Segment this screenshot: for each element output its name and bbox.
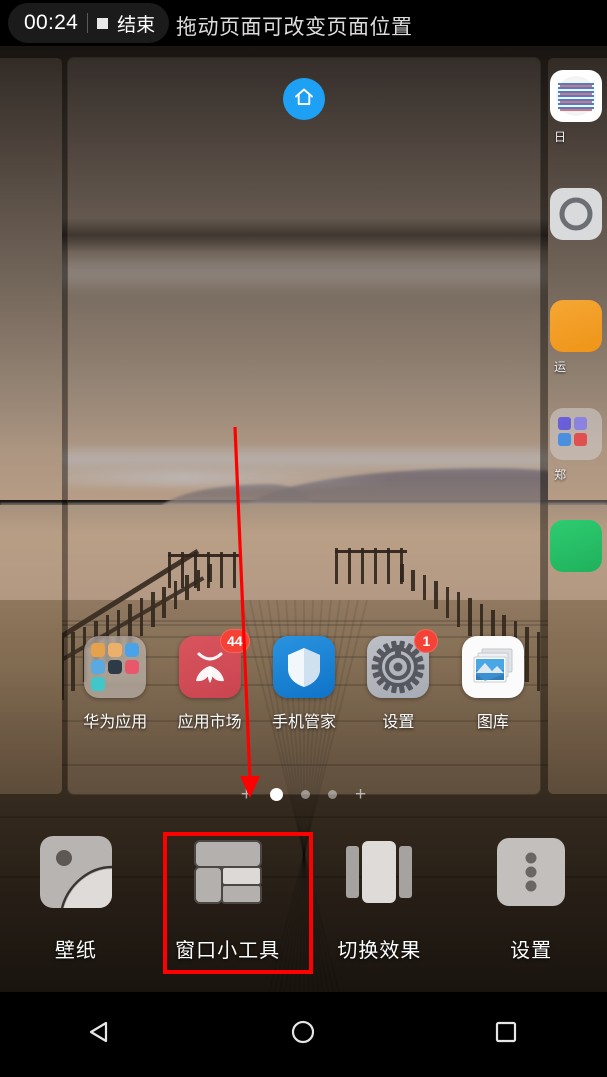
toolbar-item-label: 切换效果 bbox=[337, 940, 422, 962]
widgets-icon[interactable] bbox=[192, 836, 264, 908]
folder-mini-icon bbox=[125, 643, 140, 657]
gray-circle-icon[interactable] bbox=[550, 188, 602, 240]
folder-mini-icon bbox=[108, 643, 123, 657]
recording-timer: 00:24 bbox=[24, 11, 79, 34]
set-as-home-badge[interactable] bbox=[283, 78, 325, 120]
screen-recorder-pill[interactable]: 00:24 结束 bbox=[8, 3, 170, 43]
peek-app-label: 日 bbox=[554, 130, 567, 144]
toolbar-item-4[interactable]: 设置 bbox=[455, 812, 607, 992]
app-icon-wrap: 44 bbox=[178, 629, 250, 698]
dock-app-row: 华为应用 44 应用市场 手机管家 1 设置 图库 bbox=[68, 629, 540, 746]
folder-mini-icon bbox=[108, 660, 123, 674]
peek-app-label: 郑 bbox=[554, 468, 567, 482]
folder-mini-grid bbox=[91, 643, 140, 691]
shield-glyph bbox=[288, 648, 321, 687]
back-button[interactable] bbox=[0, 1015, 202, 1054]
dock-app-1[interactable]: 华为应用 bbox=[68, 636, 162, 746]
page-dot-active[interactable] bbox=[270, 787, 283, 801]
app-icon-wrap: 1 bbox=[367, 629, 439, 698]
folder-icon[interactable] bbox=[84, 636, 147, 698]
drag-page-hint: 拖动页面可改变页面位置 bbox=[176, 16, 413, 39]
toolbar-item-3[interactable]: 切换效果 bbox=[304, 812, 456, 992]
orange-app-icon[interactable] bbox=[550, 300, 602, 352]
folder-mini-empty bbox=[125, 677, 139, 691]
photo-stack-glyph bbox=[473, 648, 513, 683]
home-editor-toolbar: 壁纸 窗口小工具 切换效果 设置 bbox=[0, 812, 607, 992]
folder-mini-icon bbox=[91, 643, 106, 657]
wallpaper-icon[interactable] bbox=[39, 836, 112, 908]
recents-button[interactable] bbox=[405, 1015, 607, 1054]
add-page-left-button[interactable]: + bbox=[241, 785, 252, 804]
toolbar-item-label: 窗口小工具 bbox=[175, 940, 281, 962]
add-page-right-button[interactable]: + bbox=[355, 785, 366, 804]
more-dots-icon[interactable] bbox=[495, 836, 567, 908]
app-icon-wrap bbox=[273, 636, 336, 698]
app-label: 华为应用 bbox=[83, 714, 148, 731]
page-dot[interactable] bbox=[301, 789, 310, 799]
android-navigation-bar bbox=[0, 992, 607, 1077]
shield-icon[interactable] bbox=[273, 636, 336, 698]
folder-mini-icon bbox=[125, 660, 140, 674]
app-label: 图库 bbox=[476, 714, 509, 731]
divider bbox=[87, 13, 89, 33]
end-recording-label[interactable]: 结束 bbox=[117, 10, 155, 37]
folder-mini-icon bbox=[91, 660, 106, 674]
recents-square-icon bbox=[489, 1015, 523, 1054]
folder-mini-empty bbox=[108, 677, 122, 691]
next-page-icons: 日运郑 bbox=[548, 58, 607, 794]
page-indicator: + + bbox=[0, 782, 607, 806]
notification-badge: 1 bbox=[414, 629, 439, 653]
peek-app-label: 运 bbox=[554, 360, 567, 374]
toolbar-item-label: 壁纸 bbox=[54, 940, 97, 962]
app-label: 手机管家 bbox=[272, 714, 337, 731]
app-icon-wrap bbox=[84, 636, 147, 698]
transition-effect-icon[interactable] bbox=[343, 836, 415, 908]
next-page-peek[interactable]: 日运郑 bbox=[548, 58, 607, 794]
home-icon bbox=[292, 85, 316, 114]
toolbar-item-label: 设置 bbox=[510, 940, 553, 962]
folder-icon[interactable] bbox=[550, 408, 602, 460]
stop-square-icon[interactable] bbox=[97, 17, 109, 29]
back-triangle-icon bbox=[84, 1015, 118, 1054]
status-bar: 00:24 结束 拖动页面可改变页面位置 bbox=[0, 0, 607, 46]
dock-app-5[interactable]: 图库 bbox=[446, 636, 540, 746]
app-label: 应用市场 bbox=[177, 714, 242, 731]
folder-mini-icon bbox=[91, 677, 106, 691]
dock-app-3[interactable]: 手机管家 bbox=[257, 636, 351, 746]
photo-stack-icon[interactable] bbox=[461, 636, 524, 698]
green-app-icon[interactable] bbox=[550, 520, 602, 572]
dock-app-4[interactable]: 1 设置 bbox=[351, 629, 445, 746]
toolbar-item-1[interactable]: 壁纸 bbox=[0, 812, 152, 992]
page-dot[interactable] bbox=[328, 789, 337, 799]
home-button[interactable] bbox=[202, 1015, 404, 1054]
phone-screen: 日运郑 华为应用 44 应用市场 手机管家 1 设置 图库 + + 壁纸 窗口小… bbox=[0, 0, 607, 1077]
dock-app-2[interactable]: 44 应用市场 bbox=[162, 629, 256, 746]
previous-page-peek[interactable] bbox=[0, 58, 62, 794]
app-label: 设置 bbox=[382, 714, 415, 731]
home-circle-icon bbox=[286, 1015, 320, 1054]
toolbar-item-2[interactable]: 窗口小工具 bbox=[152, 812, 304, 992]
app-icon-wrap bbox=[461, 636, 524, 698]
notification-badge: 44 bbox=[220, 629, 250, 653]
calendar-icon[interactable] bbox=[550, 70, 602, 122]
